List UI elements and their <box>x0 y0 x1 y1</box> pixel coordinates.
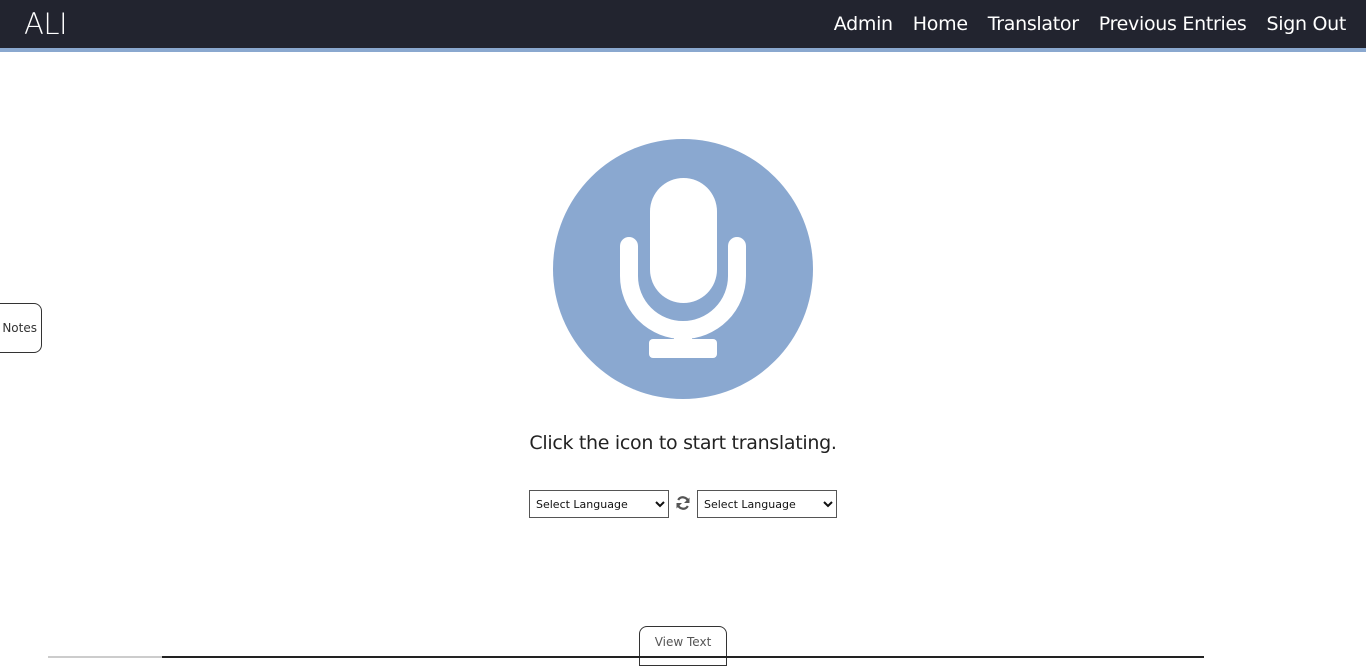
instruction-text: Click the icon to start translating. <box>529 432 837 454</box>
nav-link-sign-out[interactable]: Sign Out <box>1266 13 1346 35</box>
microphone-button[interactable] <box>553 139 813 399</box>
language-selector-row: Select Language Select Language <box>529 490 839 518</box>
nav-links: Admin Home Translator Previous Entries S… <box>814 0 1347 48</box>
notes-tab-label: Notes <box>2 321 37 335</box>
nav-link-admin[interactable]: Admin <box>834 13 893 35</box>
microphone-icon <box>620 178 746 358</box>
target-language-select[interactable]: Select Language <box>697 490 837 518</box>
refresh-icon[interactable] <box>675 495 691 511</box>
nav-link-translator[interactable]: Translator <box>988 13 1079 35</box>
brand-logo[interactable]: ALI <box>24 6 68 42</box>
nav-link-home[interactable]: Home <box>913 13 968 35</box>
view-text-tab[interactable]: View Text <box>639 626 727 666</box>
view-text-label: View Text <box>654 635 712 649</box>
notes-tab[interactable]: Notes <box>0 303 42 353</box>
top-navbar: ALI Admin Home Translator Previous Entri… <box>0 0 1366 52</box>
source-language-select[interactable]: Select Language <box>529 490 669 518</box>
nav-link-previous-entries[interactable]: Previous Entries <box>1099 13 1247 35</box>
